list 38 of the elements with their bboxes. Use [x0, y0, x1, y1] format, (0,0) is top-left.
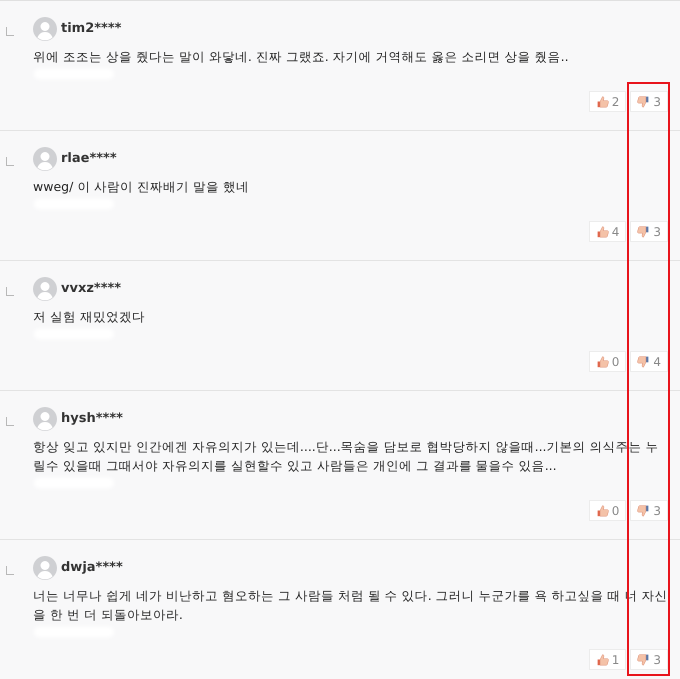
like-button[interactable]: 2 — [588, 91, 626, 112]
username[interactable]: hysh**** — [61, 409, 123, 429]
reply-corner-icon — [6, 286, 14, 296]
like-button[interactable]: 0 — [588, 500, 626, 521]
thumbs-down-icon — [637, 225, 650, 238]
avatar-icon — [33, 277, 57, 301]
avatar-icon — [33, 407, 57, 431]
thumbs-down-icon — [637, 95, 650, 108]
thumbs-up-icon — [596, 355, 609, 368]
reply-corner-icon — [6, 416, 14, 426]
username[interactable]: vvxz**** — [61, 279, 122, 299]
avatar-icon — [33, 147, 57, 171]
thumbs-up-icon — [596, 225, 609, 238]
like-button[interactable]: 4 — [588, 221, 626, 242]
username[interactable]: dwja**** — [61, 558, 123, 578]
username[interactable]: rlae**** — [61, 149, 117, 169]
dislike-button[interactable]: 4 — [630, 351, 668, 372]
comment-text: 위에 조조는 상을 줬다는 말이 와닿네. 진짜 그랬죠. 자기에 거역해도 옳은 소리면 상을 줬음.. — [33, 48, 570, 66]
dislike-button[interactable]: 3 — [630, 91, 668, 112]
dislike-button[interactable]: 3 — [630, 649, 668, 670]
dislike-button[interactable]: 3 — [630, 221, 668, 242]
reply-corner-icon — [6, 156, 14, 166]
like-button[interactable]: 0 — [588, 351, 626, 372]
thumbs-up-icon — [596, 95, 609, 108]
username[interactable]: tim2**** — [61, 19, 122, 39]
reply-corner-icon — [6, 26, 14, 36]
thumbs-up-icon — [596, 504, 609, 517]
avatar-icon — [33, 556, 57, 580]
avatar-icon — [33, 17, 57, 41]
comment-text: wweg/ 이 사람이 진짜배기 말을 했네 — [33, 178, 250, 196]
comment-text: 저 실험 재밌었겠다 — [33, 308, 146, 326]
dislike-button[interactable]: 3 — [630, 500, 668, 521]
thumbs-up-icon — [596, 653, 609, 666]
thumbs-down-icon — [637, 355, 650, 368]
thumbs-down-icon — [637, 653, 650, 666]
like-button[interactable]: 1 — [588, 649, 626, 670]
reply-corner-icon — [6, 566, 14, 574]
thumbs-down-icon — [637, 504, 650, 517]
